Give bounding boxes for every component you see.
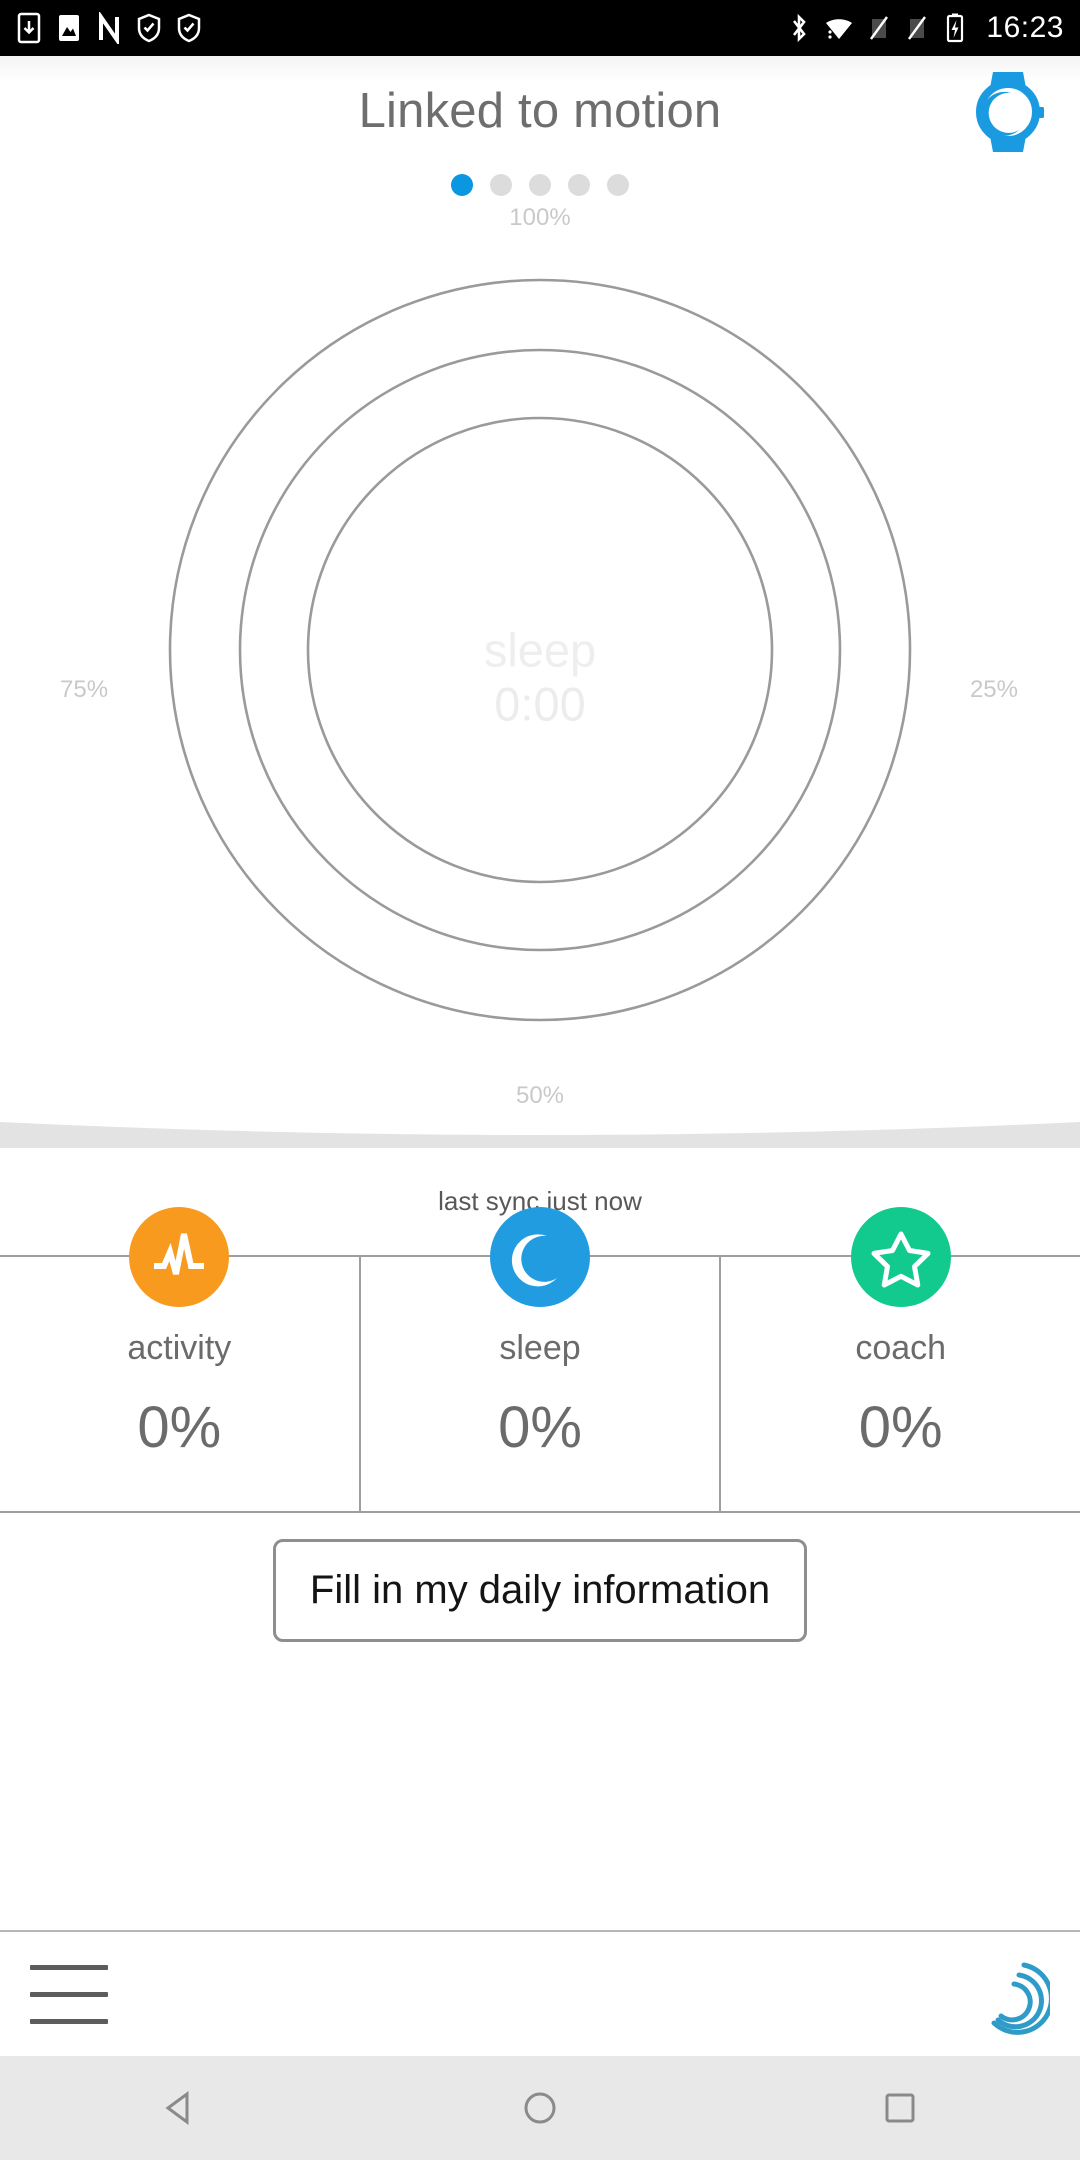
status-bar-notification-icons <box>16 12 202 44</box>
nav-home-button[interactable] <box>480 2056 600 2160</box>
nfc-icon <box>99 12 119 44</box>
curved-divider <box>0 1122 1080 1148</box>
gauge-tick-right: 25% <box>969 676 1018 703</box>
gauge-tick-top: 100% <box>509 204 571 231</box>
app-bottom-bar <box>0 1930 1080 2056</box>
bluetooth-icon <box>793 13 807 43</box>
pager-dot-5[interactable] <box>607 174 629 196</box>
back-triangle-icon <box>165 2091 189 2125</box>
stat-label: activity <box>127 1329 232 1367</box>
stat-label: coach <box>855 1329 947 1367</box>
gauge-center-label: sleep <box>483 623 597 677</box>
recents-square-icon <box>885 2093 915 2123</box>
fill-daily-information-button[interactable]: Fill in my daily information <box>272 1539 808 1642</box>
watch-device-button[interactable] <box>960 62 1056 162</box>
withings-spiral-logo[interactable] <box>964 1951 1050 2037</box>
signal-off-icon <box>870 16 889 40</box>
app-content: Linked to motion 100% 75% 25% 50% sleep … <box>0 56 1080 2056</box>
stat-value: 0% <box>858 1395 943 1460</box>
gauge-center-value: 0:00 <box>494 677 586 730</box>
cta-container: Fill in my daily information <box>0 1539 1080 1642</box>
shield-check-icon <box>177 13 201 43</box>
nav-recents-button[interactable] <box>840 2056 960 2160</box>
gauge-tick-bottom: 50% <box>515 1082 565 1109</box>
watch-moon-icon <box>976 72 1044 152</box>
signal-off-icon <box>908 16 927 40</box>
battery-charging-icon <box>947 13 964 43</box>
sleep-icon-badge <box>490 1207 590 1307</box>
download-icon <box>17 12 41 44</box>
android-navigation-bar <box>0 2056 1080 2160</box>
home-circle-icon <box>524 2092 556 2124</box>
gauge-tick-left: 75% <box>60 676 109 703</box>
screenshot-icon <box>59 15 79 41</box>
shield-check-icon <box>137 13 161 43</box>
pager-dot-2[interactable] <box>490 174 512 196</box>
stat-value: 0% <box>498 1395 582 1460</box>
status-bar-system-icons: 16:23 <box>788 11 1064 45</box>
activity-icon-badge <box>129 1207 230 1307</box>
app-header: Linked to motion <box>0 56 1080 166</box>
activity-pulse-icon <box>154 1233 205 1275</box>
stat-activity[interactable]: activity 0% <box>0 1207 359 1511</box>
wifi-icon <box>826 19 853 39</box>
coach-icon-badge <box>850 1207 951 1307</box>
nav-back-button[interactable] <box>120 2056 240 2160</box>
hamburger-menu-icon[interactable] <box>30 1964 108 2024</box>
pager-dot-1[interactable] <box>451 174 473 196</box>
page-title: Linked to motion <box>358 84 722 138</box>
sleep-gauge[interactable]: 100% 75% 25% 50% sleep 0:00 <box>0 194 1080 1204</box>
pager-dot-3[interactable] <box>529 174 551 196</box>
stat-value: 0% <box>137 1395 222 1460</box>
gauge-center-readout: sleep 0:00 <box>484 623 596 730</box>
status-bar-clock: 16:23 <box>986 11 1064 44</box>
moon-icon <box>511 1234 557 1287</box>
stat-coach[interactable]: coach 0% <box>719 1207 1080 1511</box>
stat-label: sleep <box>499 1329 581 1367</box>
stat-sleep[interactable]: sleep 0% <box>358 1207 720 1511</box>
star-icon <box>871 1231 931 1288</box>
android-status-bar: 16:23 <box>0 0 1080 56</box>
pager-dot-4[interactable] <box>568 174 590 196</box>
stats-row: activity 0% sleep 0% coach 0% <box>0 1207 1080 1513</box>
